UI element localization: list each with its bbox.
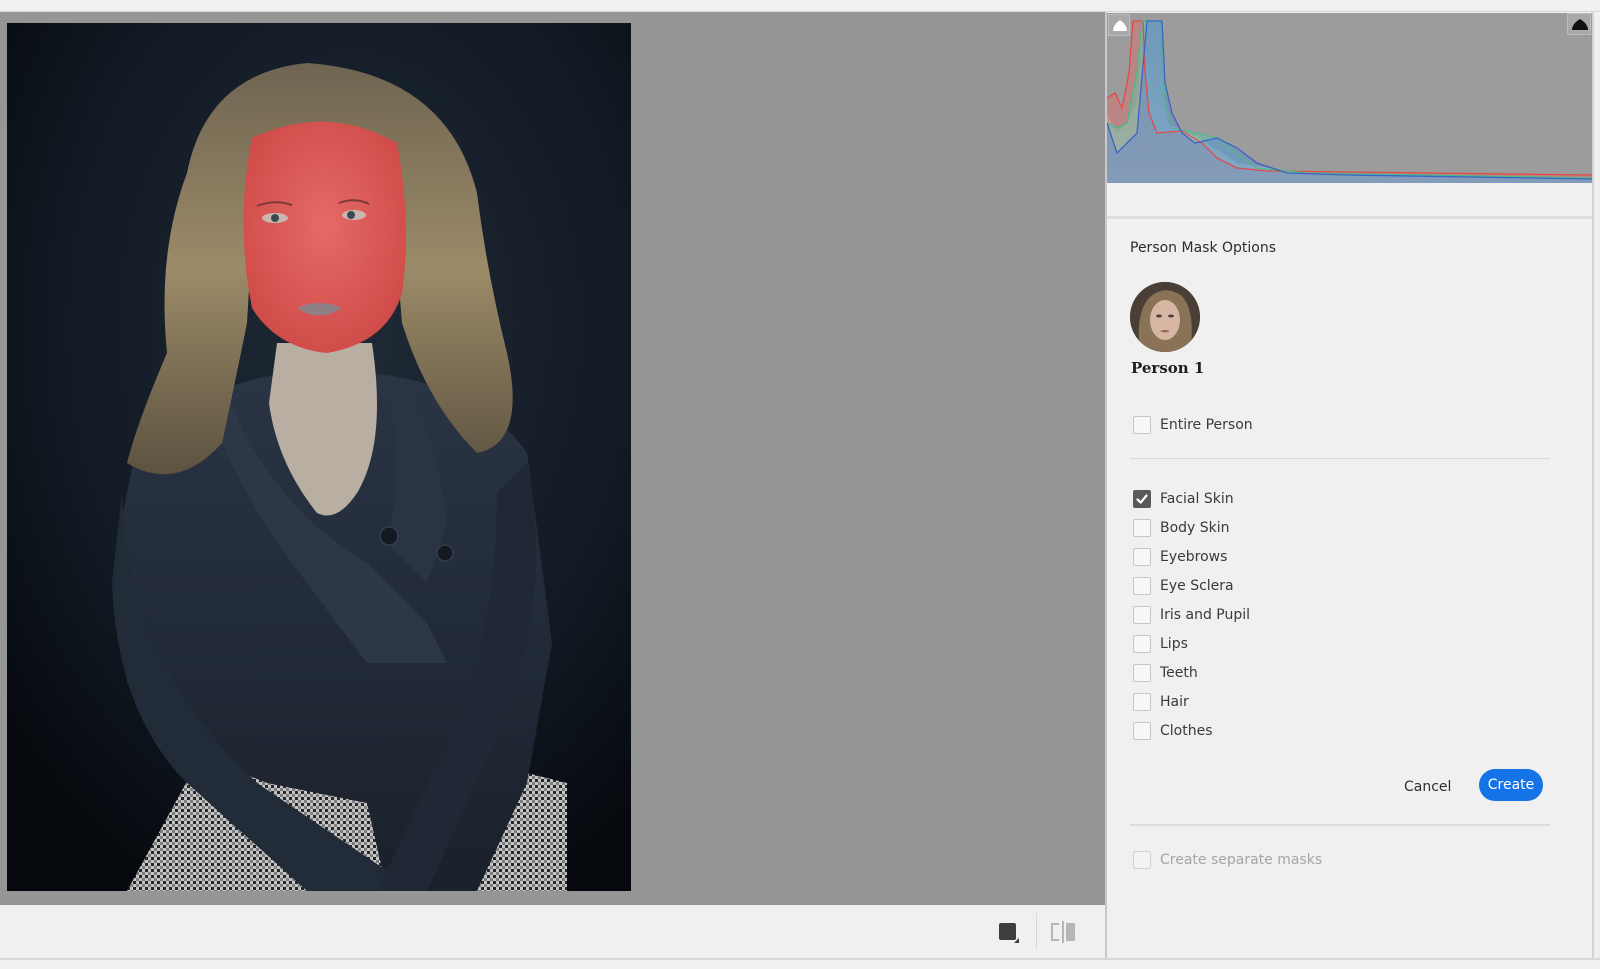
checkbox-body-skin[interactable]: Body Skin xyxy=(1133,517,1230,539)
before-after-view-button[interactable] xyxy=(1051,921,1075,943)
bottom-rule xyxy=(0,958,1600,960)
split-line xyxy=(1062,921,1064,943)
checkbox-box[interactable] xyxy=(1133,635,1151,653)
checkbox-hair[interactable]: Hair xyxy=(1133,691,1189,713)
toolbar-divider xyxy=(1036,913,1037,949)
photo-preview[interactable] xyxy=(7,23,631,891)
checkbox-box[interactable] xyxy=(1133,490,1151,508)
checkbox-label: Clothes xyxy=(1160,723,1213,739)
mask-editor-window: Person Mask Options Person 1 Entire Pers… xyxy=(0,0,1600,969)
divider xyxy=(1130,458,1550,459)
single-view-button[interactable] xyxy=(999,923,1019,943)
checkbox-label: Eye Sclera xyxy=(1160,578,1234,594)
panel-scrollbar[interactable] xyxy=(1592,12,1594,958)
histogram-footer xyxy=(1107,183,1592,219)
portrait-image xyxy=(7,23,631,891)
checkbox-label: Iris and Pupil xyxy=(1160,607,1251,623)
shadow-clipping-toggle[interactable] xyxy=(1108,14,1130,36)
panel-title: Person Mask Options xyxy=(1130,240,1277,256)
divider xyxy=(1130,824,1550,826)
histogram-blue-area xyxy=(1107,21,1592,183)
checkbox-box[interactable] xyxy=(1133,664,1151,682)
checkbox-clothes[interactable]: Clothes xyxy=(1133,720,1213,742)
checkbox-eyebrows[interactable]: Eyebrows xyxy=(1133,546,1227,568)
highlight-clipping-toggle[interactable] xyxy=(1567,13,1591,35)
checkbox-label: Create separate masks xyxy=(1160,852,1323,868)
cancel-button[interactable]: Cancel xyxy=(1394,772,1461,802)
checkbox-box[interactable] xyxy=(1133,606,1151,624)
checkbox-label: Teeth xyxy=(1160,665,1198,681)
checkbox-teeth[interactable]: Teeth xyxy=(1133,662,1198,684)
before-after-view-icon xyxy=(1051,923,1059,941)
checkbox-label: Lips xyxy=(1160,636,1188,652)
checkbox-box[interactable] xyxy=(1133,416,1151,434)
checkbox-eye-sclera[interactable]: Eye Sclera xyxy=(1133,575,1234,597)
checkbox-label: Body Skin xyxy=(1160,520,1230,536)
image-canvas[interactable] xyxy=(0,12,1105,905)
checkbox-create-separate-masks[interactable]: Create separate masks xyxy=(1133,849,1322,871)
person-avatar-image xyxy=(1130,282,1200,352)
person-thumbnail[interactable] xyxy=(1130,282,1200,352)
checkbox-label: Hair xyxy=(1160,694,1189,710)
top-strip xyxy=(0,0,1600,12)
highlight-clipping-icon xyxy=(1572,19,1588,30)
checkbox-label: Facial Skin xyxy=(1160,491,1234,507)
after-pane xyxy=(1066,923,1075,941)
checkbox-label: Eyebrows xyxy=(1160,549,1228,565)
checkbox-label: Entire Person xyxy=(1160,417,1253,433)
dropdown-corner-icon xyxy=(1014,938,1019,943)
checkbox-iris-and-pupil[interactable]: Iris and Pupil xyxy=(1133,604,1250,626)
bottom-toolbar xyxy=(0,905,1105,959)
shadow-clipping-icon xyxy=(1113,20,1127,31)
checkbox-box[interactable] xyxy=(1133,519,1151,537)
checkbox-facial-skin[interactable]: Facial Skin xyxy=(1133,488,1234,510)
checkbox-box[interactable] xyxy=(1133,722,1151,740)
checkbox-box[interactable] xyxy=(1133,851,1151,869)
checkmark-icon xyxy=(1136,494,1148,504)
checkbox-box[interactable] xyxy=(1133,577,1151,595)
histogram xyxy=(1107,13,1592,183)
create-button[interactable]: Create xyxy=(1479,769,1543,801)
person-name: Person 1 xyxy=(1131,359,1205,377)
checkbox-entire-person[interactable]: Entire Person xyxy=(1133,414,1253,436)
checkbox-lips[interactable]: Lips xyxy=(1133,633,1188,655)
checkbox-box[interactable] xyxy=(1133,693,1151,711)
checkbox-box[interactable] xyxy=(1133,548,1151,566)
